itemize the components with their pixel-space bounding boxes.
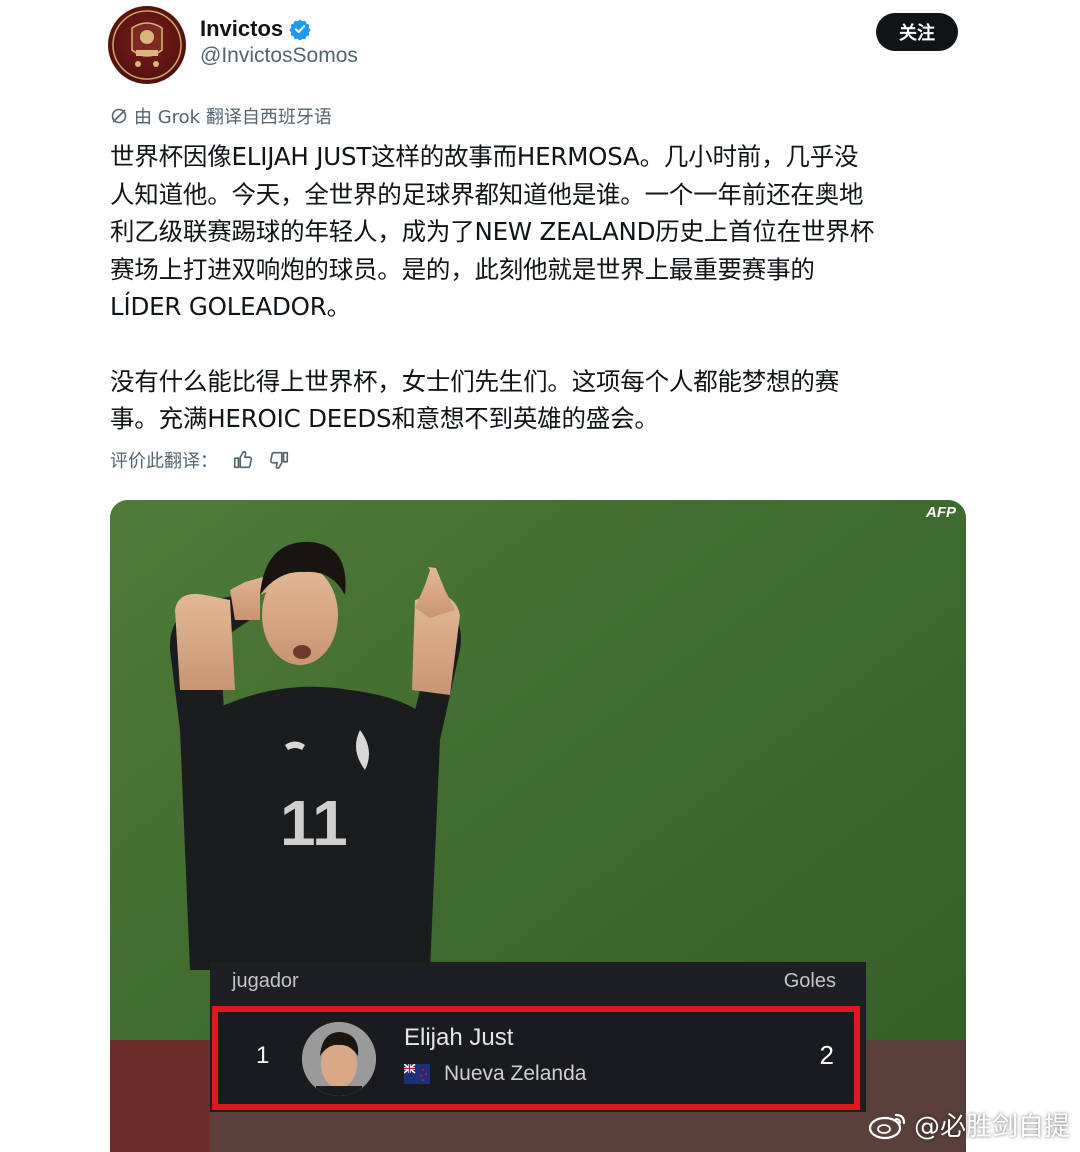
flag-icon [404, 1064, 430, 1084]
weibo-watermark: @必胜剑自提 [868, 1106, 1070, 1143]
tweet-line: 利乙级联赛踢球的年轻人，成为了NEW ZEALAND历史上首位在世界杯 [110, 217, 875, 246]
watermark-text: @必胜剑自提 [913, 1112, 1070, 1142]
weibo-icon [868, 1113, 906, 1139]
tweet-body: 世界杯因像ELIJAH JUST这样的故事而HERMOSA。几小时前，几乎没 人… [110, 138, 970, 438]
column-player: jugador [232, 970, 299, 992]
author-avatar[interactable] [108, 6, 186, 84]
tweet-line: 人知道他。今天，全世界的足球界都知道他是谁。一个一年前还在奥地 [110, 179, 864, 209]
jersey-number: 11 [280, 787, 348, 859]
tweet-header: Invictos @InvictosSomos 关注 [108, 6, 958, 86]
author-display-name[interactable]: Invictos [200, 16, 283, 42]
column-goals: Goles [783, 970, 836, 992]
grok-icon [111, 108, 127, 124]
player-avatar [302, 1022, 376, 1096]
translation-note-text: 由 Grok 翻译自西班牙语 [134, 107, 332, 128]
tweet-line: LÍDER GOLEADOR。 [110, 292, 351, 321]
translation-note: 由 Grok 翻译自西班牙语 [110, 103, 332, 129]
thumbs-down-icon[interactable] [268, 449, 290, 471]
tweet-line: 赛场上打进双响炮的球员。是的，此刻他就是世界上最重要赛事的 [110, 254, 815, 284]
rate-translation-row: 评价此翻译： [110, 447, 290, 473]
afp-watermark: AFP [926, 504, 956, 521]
tweet-media[interactable]: 11 AFP jugador Goles 1 Elijah Just Nueva… [110, 500, 966, 1152]
follow-button[interactable]: 关注 [876, 13, 958, 51]
goals-count: 2 [819, 1040, 834, 1070]
country-name: Nueva Zelanda [444, 1062, 587, 1085]
rate-label: 评价此翻译： [110, 451, 218, 472]
tweet-line: 没有什么能比得上世界杯，女士们先生们。这项每个人都能梦想的赛 [110, 366, 839, 396]
player-country: Nueva Zelanda [404, 1062, 586, 1086]
author-handle[interactable]: @InvictosSomos [200, 44, 358, 68]
scoreboard: jugador Goles 1 Elijah Just Nueva Zeland… [210, 962, 866, 1112]
tweet-line: 世界杯因像ELIJAH JUST这样的故事而HERMOSA。几小时前，几乎没 [110, 142, 859, 171]
rank: 1 [256, 1042, 270, 1069]
player-name: Elijah Just [404, 1024, 514, 1051]
thumbs-up-icon[interactable] [232, 449, 254, 471]
scoreboard-header: jugador Goles [210, 962, 866, 1002]
verified-icon [289, 19, 311, 40]
tweet-line: 事。充满HEROIC DEEDS和意想不到英雄的盛会。 [110, 404, 659, 433]
scoreboard-row-highlighted: 1 Elijah Just Nueva Zelanda 2 [212, 1006, 860, 1110]
